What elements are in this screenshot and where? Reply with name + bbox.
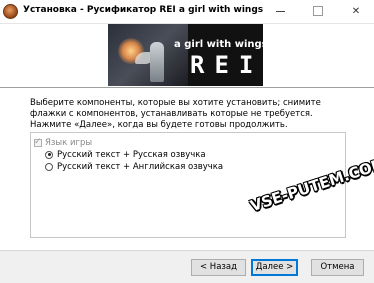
header-divider: [0, 87, 374, 89]
next-button[interactable]: Далее >: [251, 259, 298, 276]
close-icon: ✕: [351, 6, 361, 17]
banner-figure: [150, 42, 164, 82]
instructions-text: Выберите компоненты, которые вы хотите у…: [30, 98, 321, 130]
checkmark-icon: ✓: [34, 136, 42, 147]
component-option-label: Русский текст + Английская озвучка: [57, 162, 224, 172]
group-checkbox: ✓: [34, 136, 42, 147]
back-button[interactable]: < Назад: [191, 259, 246, 276]
cancel-button[interactable]: Отмена: [311, 259, 364, 276]
close-button[interactable]: ✕: [342, 0, 370, 23]
component-group: ✓ Язык игры: [34, 137, 92, 149]
component-group-label: Язык игры: [45, 138, 93, 148]
component-option-1[interactable]: Русский текст + Русская озвучка: [45, 149, 206, 161]
maximize-icon: [313, 6, 323, 16]
radio-button[interactable]: [45, 162, 53, 171]
title-bar: Установка - Русификатор REI a girl with …: [0, 0, 374, 24]
minimize-icon: [275, 10, 285, 12]
logo-title: REI: [190, 51, 263, 79]
game-logo-image: a girl with wings REI: [108, 24, 263, 86]
component-option-label: Русский текст + Русская озвучка: [57, 150, 206, 160]
window-title: Установка - Русификатор REI a girl with …: [23, 5, 264, 15]
radio-button-selected[interactable]: [45, 150, 53, 159]
component-option-2[interactable]: Русский текст + Английская озвучка: [45, 161, 223, 173]
minimize-button[interactable]: [266, 0, 294, 23]
maximize-button: [304, 0, 332, 23]
app-icon: [3, 4, 18, 19]
logo-subtitle: a girl with wings: [174, 39, 263, 50]
